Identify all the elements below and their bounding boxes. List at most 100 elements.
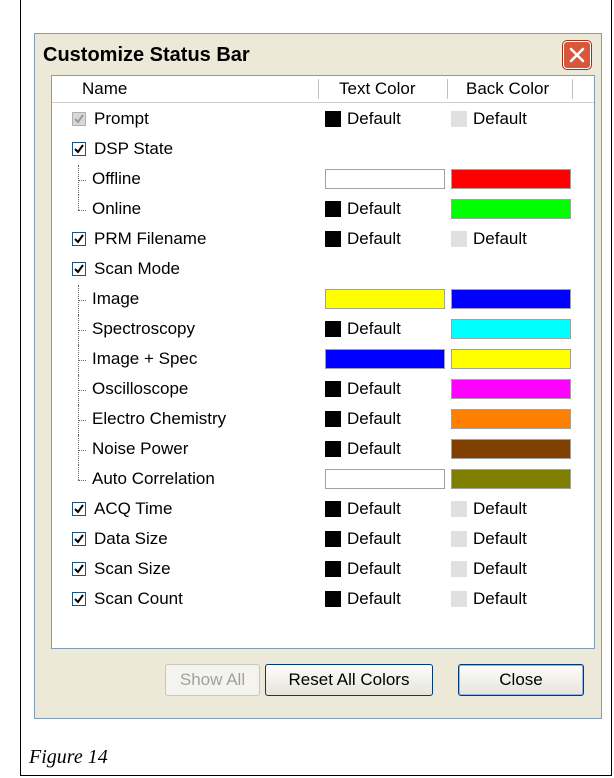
text-color-cell[interactable]: Default: [325, 379, 445, 399]
list-item[interactable]: Scan Size Default Default: [52, 555, 594, 585]
close-window-button[interactable]: [563, 41, 591, 69]
visibility-checkbox[interactable]: [72, 592, 86, 606]
tree-connector: [78, 450, 86, 451]
visibility-checkbox[interactable]: [72, 142, 86, 156]
back-color-swatch[interactable]: [451, 591, 467, 607]
text-color-swatch[interactable]: [325, 531, 341, 547]
list-item[interactable]: Auto Correlation: [52, 465, 594, 495]
list-item[interactable]: Online Default: [52, 195, 594, 225]
back-color-swatch[interactable]: [451, 319, 571, 339]
back-color-cell[interactable]: Default: [451, 499, 571, 519]
visibility-checkbox[interactable]: [72, 562, 86, 576]
text-color-swatch[interactable]: [325, 411, 341, 427]
text-color-swatch[interactable]: [325, 111, 341, 127]
back-color-swatch[interactable]: [451, 111, 467, 127]
back-color-swatch[interactable]: [451, 561, 467, 577]
back-color-cell[interactable]: [451, 469, 571, 489]
visibility-checkbox[interactable]: [72, 502, 86, 516]
text-color-swatch[interactable]: [325, 231, 341, 247]
list-item[interactable]: Electro Chemistry Default: [52, 405, 594, 435]
list-item[interactable]: PRM Filename Default Default: [52, 225, 594, 255]
close-button[interactable]: Close: [458, 664, 584, 696]
item-name: Scan Count: [94, 589, 183, 608]
back-color-swatch[interactable]: [451, 439, 571, 459]
reset-all-colors-button[interactable]: Reset All Colors: [265, 664, 433, 696]
back-color-cell[interactable]: [451, 439, 571, 459]
back-color-swatch[interactable]: [451, 199, 571, 219]
column-header-name[interactable]: Name: [82, 79, 127, 99]
back-color-cell[interactable]: [451, 319, 571, 339]
visibility-checkbox[interactable]: [72, 262, 86, 276]
back-color-swatch[interactable]: [451, 469, 571, 489]
text-color-swatch[interactable]: [325, 591, 341, 607]
back-color-swatch[interactable]: [451, 409, 571, 429]
back-color-cell[interactable]: [451, 409, 571, 429]
tree-connector: [78, 405, 79, 435]
text-color-swatch[interactable]: [325, 201, 341, 217]
text-color-swatch[interactable]: [325, 469, 445, 489]
visibility-checkbox[interactable]: [72, 532, 86, 546]
text-color-cell[interactable]: [325, 169, 445, 189]
text-color-swatch[interactable]: [325, 441, 341, 457]
text-color-swatch[interactable]: [325, 169, 445, 189]
back-color-cell[interactable]: [451, 169, 571, 189]
text-color-swatch[interactable]: [325, 321, 341, 337]
list-item[interactable]: Data Size Default Default: [52, 525, 594, 555]
back-color-swatch[interactable]: [451, 231, 467, 247]
list-item[interactable]: Scan Mode: [52, 255, 594, 285]
text-color-cell[interactable]: Default: [325, 199, 445, 219]
text-color-cell[interactable]: Default: [325, 109, 445, 129]
column-header-text-color[interactable]: Text Color: [339, 79, 416, 99]
tree-connector: [78, 315, 79, 345]
back-color-cell[interactable]: Default: [451, 229, 571, 249]
visibility-checkbox[interactable]: [72, 232, 86, 246]
show-all-label: Show All: [179, 670, 246, 689]
text-color-cell[interactable]: [325, 289, 445, 309]
item-name: Noise Power: [92, 439, 189, 458]
text-color-cell[interactable]: Default: [325, 529, 445, 549]
back-color-swatch[interactable]: [451, 169, 571, 189]
back-color-cell[interactable]: [451, 379, 571, 399]
back-color-cell[interactable]: Default: [451, 559, 571, 579]
text-color-swatch[interactable]: [325, 561, 341, 577]
text-color-swatch[interactable]: [325, 289, 445, 309]
back-color-cell[interactable]: Default: [451, 529, 571, 549]
list-item[interactable]: Oscilloscope Default: [52, 375, 594, 405]
text-color-cell[interactable]: [325, 469, 445, 489]
text-color-cell[interactable]: Default: [325, 409, 445, 429]
back-color-swatch[interactable]: [451, 531, 467, 547]
back-color-swatch[interactable]: [451, 501, 467, 517]
tree-connector: [78, 165, 79, 195]
back-color-swatch[interactable]: [451, 349, 571, 369]
text-color-cell[interactable]: [325, 349, 445, 369]
list-item[interactable]: Spectroscopy Default: [52, 315, 594, 345]
text-color-cell[interactable]: Default: [325, 559, 445, 579]
text-color-cell[interactable]: Default: [325, 439, 445, 459]
show-all-button[interactable]: Show All: [165, 664, 260, 696]
text-color-cell[interactable]: Default: [325, 229, 445, 249]
list-item[interactable]: Scan Count Default Default: [52, 585, 594, 615]
text-color-cell[interactable]: Default: [325, 499, 445, 519]
back-color-swatch[interactable]: [451, 379, 571, 399]
list-item[interactable]: Noise Power Default: [52, 435, 594, 465]
back-color-cell[interactable]: Default: [451, 589, 571, 609]
list-item[interactable]: Image: [52, 285, 594, 315]
list-item[interactable]: Offline: [52, 165, 594, 195]
list-item[interactable]: Image + Spec: [52, 345, 594, 375]
back-color-cell[interactable]: [451, 199, 571, 219]
back-color-swatch[interactable]: [451, 289, 571, 309]
text-color-swatch[interactable]: [325, 501, 341, 517]
back-color-cell[interactable]: [451, 349, 571, 369]
list-item[interactable]: ACQ Time Default Default: [52, 495, 594, 525]
back-color-cell[interactable]: [451, 289, 571, 309]
back-color-label: Default: [473, 589, 527, 608]
column-header-back-color[interactable]: Back Color: [466, 79, 549, 99]
text-color-cell[interactable]: Default: [325, 589, 445, 609]
text-color-swatch[interactable]: [325, 349, 445, 369]
back-color-cell[interactable]: Default: [451, 109, 571, 129]
text-color-cell[interactable]: Default: [325, 319, 445, 339]
list-item[interactable]: DSP State: [52, 135, 594, 165]
list-item[interactable]: Prompt Default Default: [52, 105, 594, 135]
visibility-checkbox[interactable]: [72, 112, 86, 126]
text-color-swatch[interactable]: [325, 381, 341, 397]
